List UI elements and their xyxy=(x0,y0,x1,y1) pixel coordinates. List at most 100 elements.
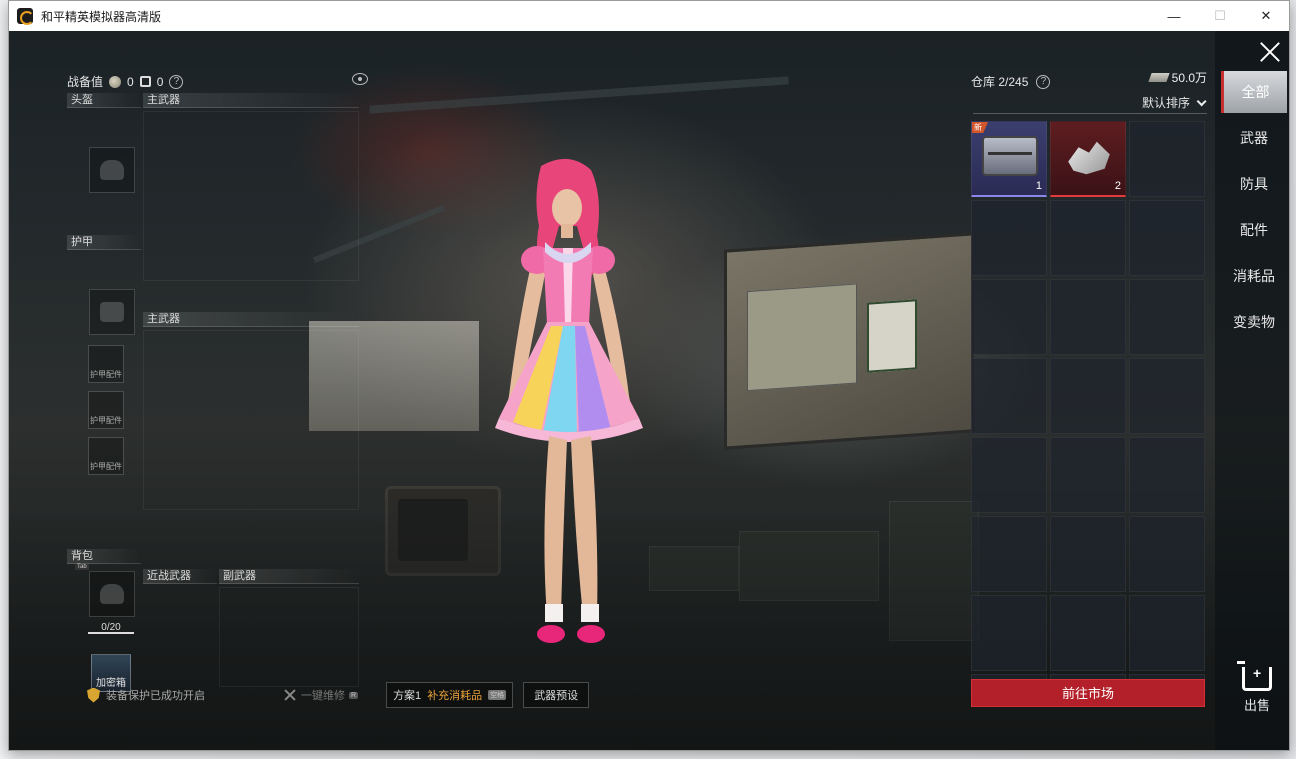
one-click-repair-button[interactable]: 一键维修 R xyxy=(283,687,359,703)
app-icon xyxy=(17,8,34,25)
empty-slot[interactable] xyxy=(1050,358,1126,434)
go-to-market-button[interactable]: 前往市场 xyxy=(971,679,1205,707)
empty-slot[interactable] xyxy=(1050,437,1126,513)
close-window-button[interactable]: ✕ xyxy=(1243,1,1289,31)
sort-dropdown[interactable]: 默认排序 xyxy=(973,94,1207,114)
minimize-button[interactable]: — xyxy=(1151,1,1197,31)
empty-slot[interactable] xyxy=(1050,595,1126,671)
chest-icon xyxy=(982,136,1038,176)
category-all[interactable]: 全部 xyxy=(1221,71,1287,113)
inventory-item-chest[interactable]: 新 1 xyxy=(971,121,1047,197)
primary-weapon-slot-2[interactable] xyxy=(143,330,359,510)
empty-slot[interactable] xyxy=(1129,121,1205,197)
category-weapons[interactable]: 武器 xyxy=(1221,117,1287,159)
empty-slot[interactable] xyxy=(1129,595,1205,671)
category-attachments[interactable]: 配件 xyxy=(1221,209,1287,251)
backpack-slot[interactable] xyxy=(89,571,135,617)
item-quantity: 2 xyxy=(1114,180,1121,192)
warehouse-title: 仓库 2/245 xyxy=(971,75,1029,89)
sell-button[interactable]: 出售 xyxy=(1237,661,1277,714)
armor-accessory-label: 护甲配件 xyxy=(90,462,122,471)
weapon-preset-button[interactable]: 武器预设 xyxy=(523,682,590,708)
game-scene: 战备值 0 0 ? 头盔 主武器 护甲 主武器 护甲配件 护甲配件 护甲配件 背… xyxy=(9,31,1289,750)
equipment-protection-status: 装备保护已成功开启 xyxy=(87,687,249,703)
close-icon[interactable] xyxy=(1259,41,1281,63)
money-value: 50.0万 xyxy=(1171,71,1207,85)
helmet-icon xyxy=(100,160,124,180)
wrench-icon xyxy=(283,688,297,702)
empty-slot[interactable] xyxy=(1129,279,1205,355)
item-quantity: 1 xyxy=(1035,180,1042,192)
coin-value: 0 xyxy=(127,74,134,89)
chevron-down-icon xyxy=(1196,96,1207,107)
backpack-header: 背包 xyxy=(67,549,141,564)
armor-slot[interactable] xyxy=(89,289,135,335)
eye-icon[interactable] xyxy=(352,73,368,85)
category-sidebar: 全部 武器 防具 配件 消耗品 变卖物 出售 xyxy=(1215,31,1289,750)
secondary-weapon-header: 副武器 xyxy=(219,569,359,584)
empty-slot[interactable] xyxy=(971,279,1047,355)
repair-key-badge: R xyxy=(349,691,359,699)
cash-icon xyxy=(1148,73,1170,82)
inventory-item-shards[interactable]: 2 xyxy=(1050,121,1126,197)
category-armor[interactable]: 防具 xyxy=(1221,163,1287,205)
equipment-panel: 战备值 0 0 ? 头盔 主武器 护甲 主武器 护甲配件 护甲配件 护甲配件 背… xyxy=(61,69,371,749)
empty-slot[interactable] xyxy=(1129,358,1205,434)
category-consumables[interactable]: 消耗品 xyxy=(1221,255,1287,297)
supply-key-badge: 空格 xyxy=(488,690,507,700)
category-sellables[interactable]: 变卖物 xyxy=(1221,301,1287,343)
backpack-capacity: 0/20 xyxy=(88,622,134,634)
combat-label: 战备值 xyxy=(67,75,104,89)
empty-slot[interactable] xyxy=(971,437,1047,513)
new-badge: 新 xyxy=(972,122,988,133)
helmet-slot[interactable] xyxy=(89,147,135,193)
armor-accessory-slot[interactable]: 护甲配件 xyxy=(88,345,124,383)
help-icon[interactable]: ? xyxy=(1036,74,1051,89)
lock-value: 0 xyxy=(156,74,164,89)
plan-label: 方案1 xyxy=(393,690,422,702)
armor-accessory-label: 护甲配件 xyxy=(90,370,122,379)
coin-icon xyxy=(109,75,122,88)
repair-label: 一键维修 xyxy=(301,690,345,702)
empty-slot[interactable] xyxy=(971,595,1047,671)
title-bar: 和平精英模拟器高清版 — ☐ ✕ xyxy=(9,1,1289,31)
board-note xyxy=(867,299,917,373)
armor-accessory-slot[interactable]: 护甲配件 xyxy=(88,437,124,475)
secondary-weapon-slot[interactable] xyxy=(219,587,359,687)
empty-slot[interactable] xyxy=(971,200,1047,276)
primary-weapon-slot-1[interactable] xyxy=(143,111,359,281)
map-board xyxy=(724,232,974,450)
primary-weapon-header-2: 主武器 xyxy=(143,312,359,327)
empty-slot[interactable] xyxy=(1129,437,1205,513)
shield-icon xyxy=(87,687,100,703)
help-icon[interactable]: ? xyxy=(169,74,184,89)
sort-label: 默认排序 xyxy=(1141,96,1190,110)
maximize-button[interactable]: ☐ xyxy=(1197,1,1243,31)
empty-slot[interactable] xyxy=(1129,200,1205,276)
board-map xyxy=(747,283,857,392)
tab-key-badge: Tab xyxy=(75,564,89,570)
empty-slot[interactable] xyxy=(971,358,1047,434)
lock-icon xyxy=(139,76,151,87)
empty-slot[interactable] xyxy=(971,516,1047,592)
protection-text: 装备保护已成功开启 xyxy=(106,690,205,702)
combat-readiness: 战备值 0 0 ? xyxy=(67,73,184,90)
vest-icon xyxy=(100,302,124,322)
empty-slot[interactable] xyxy=(1129,516,1205,592)
backpack-icon xyxy=(100,584,124,604)
catwalk-rail xyxy=(369,76,789,114)
helmet-header: 头盔 xyxy=(67,93,141,108)
primary-weapon-header-1: 主武器 xyxy=(143,93,359,108)
money-display: 50.0万 xyxy=(1148,69,1207,86)
empty-slot[interactable] xyxy=(1050,516,1126,592)
sell-label: 出售 xyxy=(1243,698,1270,713)
empty-slot[interactable] xyxy=(1050,279,1126,355)
armor-accessory-label: 护甲配件 xyxy=(90,416,122,425)
warehouse-grid: 新 1 2 xyxy=(971,121,1207,681)
empty-slot[interactable] xyxy=(1050,200,1126,276)
armor-accessory-slot[interactable]: 护甲配件 xyxy=(88,391,124,429)
plan-supply-button[interactable]: 方案1 补充消耗品 空格 xyxy=(386,682,514,708)
warehouse-panel: 仓库 2/245 ? 50.0万 默认排序 新 1 2 前往市场 xyxy=(971,69,1207,729)
cart-icon xyxy=(1237,661,1272,691)
supply-label: 补充消耗品 xyxy=(427,690,483,702)
